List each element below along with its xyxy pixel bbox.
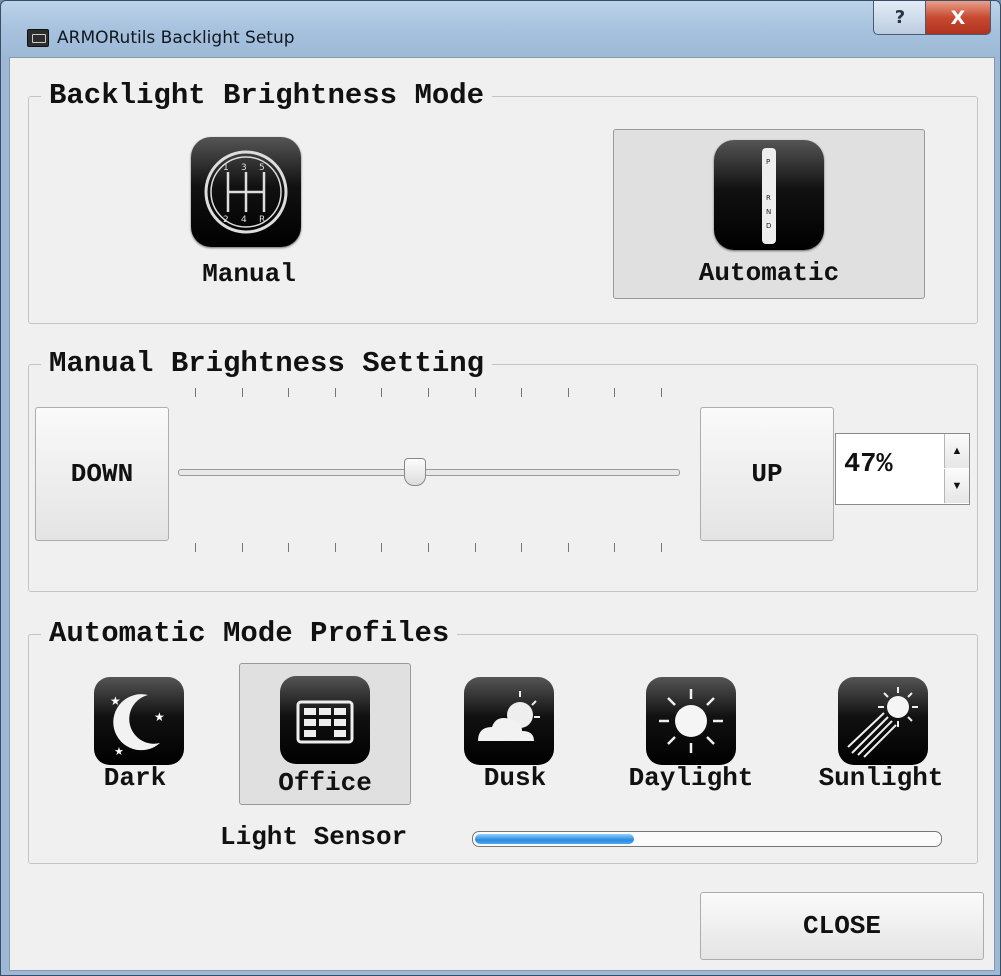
brightness-down-button[interactable]: DOWN bbox=[35, 407, 169, 541]
svg-text:1: 1 bbox=[223, 163, 229, 173]
svg-text:5: 5 bbox=[259, 163, 265, 173]
slider-tick bbox=[521, 388, 523, 397]
svg-text:N: N bbox=[766, 208, 771, 216]
profile-dark[interactable]: ★ ★ ★ Dark bbox=[70, 663, 200, 803]
slider-tick bbox=[428, 388, 429, 397]
dialog-client-area: Backlight Brightness Mode 1 3 5 2 4 R Ma… bbox=[9, 57, 995, 971]
sun-rays-icon bbox=[838, 677, 928, 765]
manual-mode-button[interactable]: 1 3 5 2 4 R Manual bbox=[169, 117, 329, 292]
brightness-mode-group: Backlight Brightness Mode 1 3 5 2 4 R Ma… bbox=[28, 77, 978, 324]
slider-tick bbox=[614, 388, 616, 397]
brightness-spinbox[interactable]: 47% ▲ ▼ bbox=[835, 433, 970, 505]
svg-text:4: 4 bbox=[241, 215, 247, 225]
slider-tick bbox=[381, 388, 383, 397]
slider-tick bbox=[381, 543, 383, 552]
spin-up-arrow-icon[interactable]: ▲ bbox=[944, 434, 969, 468]
profile-office-label: Office bbox=[278, 768, 372, 798]
light-sensor-progress bbox=[472, 831, 942, 847]
spin-down-arrow-icon[interactable]: ▼ bbox=[944, 469, 969, 503]
brightness-up-button[interactable]: UP bbox=[700, 407, 834, 541]
slider-tick bbox=[567, 388, 569, 397]
svg-text:D: D bbox=[766, 222, 771, 230]
profile-daylight-label: Daylight bbox=[628, 763, 754, 793]
slider-tick bbox=[241, 388, 243, 397]
sun-icon bbox=[646, 677, 736, 765]
slider-tick bbox=[334, 388, 336, 397]
brightness-slider-thumb[interactable] bbox=[404, 458, 427, 486]
slider-tick bbox=[661, 388, 662, 397]
title-bar[interactable]: ARMORutils Backlight Setup ? X bbox=[1, 1, 1000, 57]
brightness-mode-legend: Backlight Brightness Mode bbox=[41, 77, 493, 115]
sun-cloud-icon bbox=[464, 677, 554, 765]
manual-brightness-legend: Manual Brightness Setting bbox=[41, 345, 493, 383]
svg-text:3: 3 bbox=[241, 163, 247, 173]
profile-sunlight[interactable]: Sunlight bbox=[796, 663, 966, 803]
profile-dusk-label: Dusk bbox=[483, 763, 547, 793]
moon-stars-icon: ★ ★ ★ bbox=[94, 677, 184, 765]
svg-text:P: P bbox=[766, 158, 770, 166]
slider-tick bbox=[288, 388, 290, 397]
profile-office[interactable]: Office bbox=[239, 663, 411, 805]
slider-tick bbox=[521, 543, 523, 552]
window-close-button[interactable]: X bbox=[925, 1, 991, 35]
profile-dusk[interactable]: Dusk bbox=[450, 663, 580, 803]
manual-mode-label: Manual bbox=[202, 259, 296, 289]
slider-tick bbox=[334, 543, 336, 552]
help-button[interactable]: ? bbox=[873, 1, 927, 35]
backlight-setup-window: ARMORutils Backlight Setup ? X Backlight… bbox=[0, 0, 1001, 976]
svg-text:★: ★ bbox=[114, 746, 124, 758]
profile-dark-label: Dark bbox=[103, 763, 167, 793]
office-building-icon bbox=[280, 676, 370, 764]
gear-shift-icon: 1 3 5 2 4 R bbox=[191, 137, 301, 247]
light-sensor-fill bbox=[475, 834, 635, 844]
brightness-slider-track[interactable] bbox=[178, 469, 680, 476]
svg-text:★: ★ bbox=[110, 694, 121, 708]
window-title: ARMORutils Backlight Setup bbox=[57, 28, 295, 48]
slider-tick bbox=[614, 543, 616, 552]
light-sensor-label: Light Sensor bbox=[220, 822, 408, 852]
slider-tick bbox=[474, 388, 476, 397]
brightness-value[interactable]: 47% bbox=[844, 450, 893, 480]
automatic-gear-icon: P R N D bbox=[714, 140, 824, 250]
close-button[interactable]: CLOSE bbox=[700, 892, 984, 960]
slider-tick bbox=[195, 388, 196, 397]
slider-tick bbox=[661, 543, 662, 552]
slider-tick bbox=[195, 543, 196, 552]
profile-sunlight-label: Sunlight bbox=[818, 763, 944, 793]
slider-tick bbox=[474, 543, 476, 552]
slider-tick bbox=[241, 543, 243, 552]
svg-text:R: R bbox=[259, 215, 265, 225]
app-icon bbox=[27, 29, 49, 47]
slider-tick bbox=[288, 543, 290, 552]
profile-daylight[interactable]: Daylight bbox=[606, 663, 776, 803]
slider-tick bbox=[428, 543, 429, 552]
svg-text:2: 2 bbox=[223, 215, 229, 225]
svg-text:★: ★ bbox=[154, 710, 165, 724]
slider-tick bbox=[567, 543, 569, 552]
automatic-mode-label: Automatic bbox=[698, 258, 840, 288]
svg-text:R: R bbox=[766, 194, 771, 202]
automatic-mode-button[interactable]: P R N D Automatic bbox=[613, 129, 925, 299]
automatic-profiles-legend: Automatic Mode Profiles bbox=[41, 615, 458, 653]
